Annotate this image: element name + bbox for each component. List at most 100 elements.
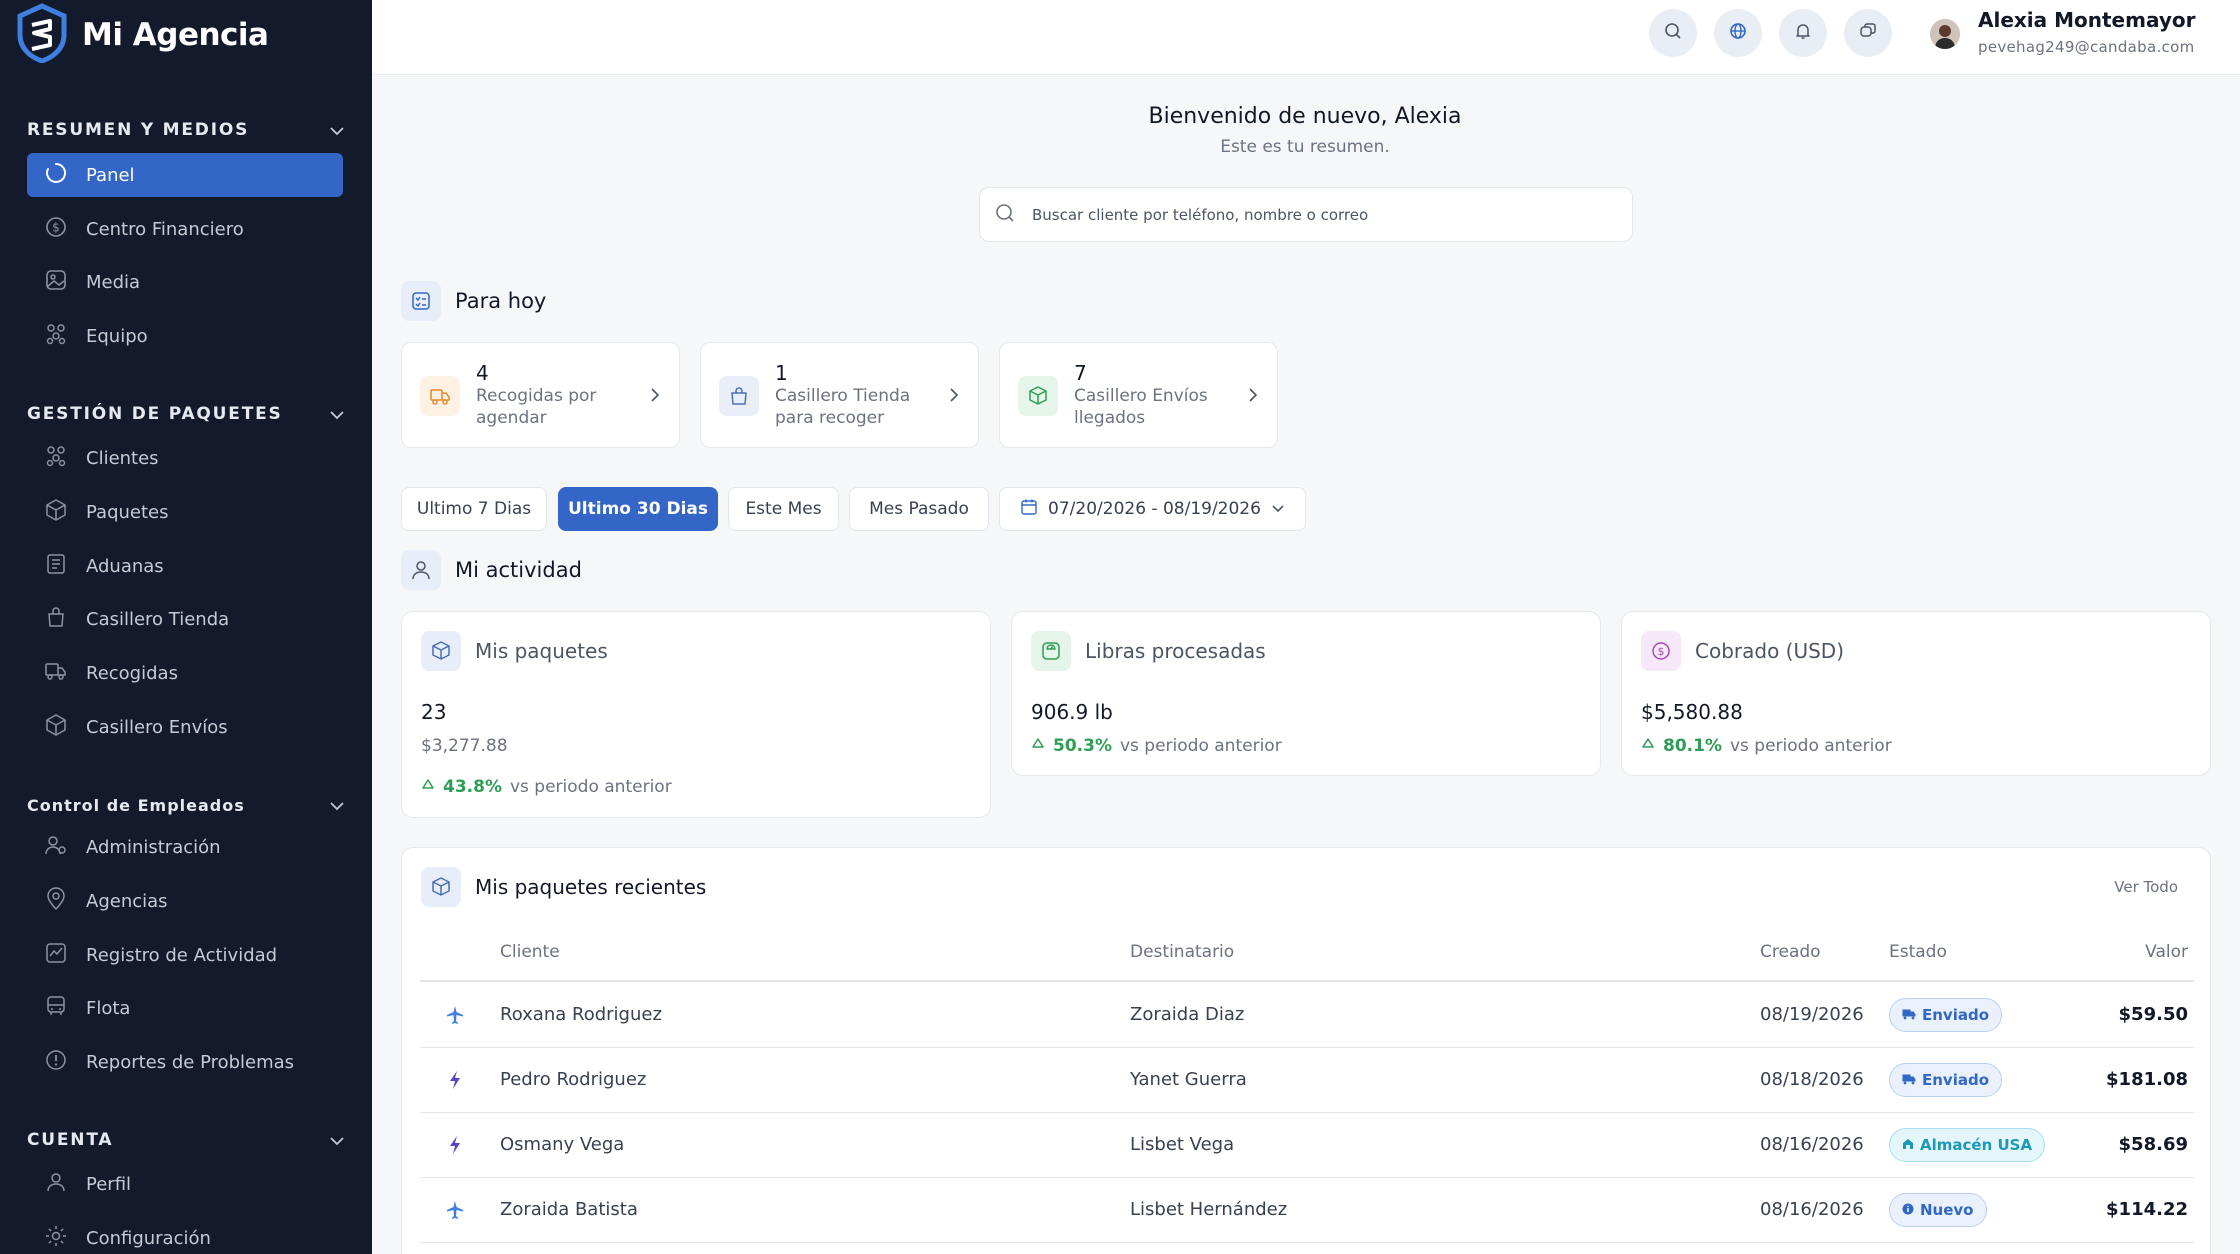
sidebar-item-label: Registro de Actividad [86, 944, 278, 966]
sidebar-item-aduanas[interactable]: Aduanas [27, 544, 343, 588]
sidebar-item-clientes[interactable]: Clientes [27, 436, 343, 480]
sidebar-item-label: Aduanas [86, 555, 164, 577]
table-row[interactable]: Osmany Vega Lisbet Vega 08/16/2026 Almac… [420, 1113, 2194, 1178]
notifications-button[interactable] [1779, 9, 1827, 57]
stat-card-libras: Libras procesadas 906.9 lb 50.3% vs peri… [1011, 611, 1601, 776]
sidebar-item-perfil[interactable]: Perfil [27, 1162, 343, 1206]
sidebar-item-reportes[interactable]: Reportes de Problemas [27, 1040, 343, 1084]
table-row[interactable]: Zoraida Batista Lisbet Hernández 08/16/2… [420, 1178, 2194, 1243]
sidebar-item-label: Casillero Envíos [86, 716, 228, 738]
search-input[interactable] [1032, 205, 1612, 224]
cell-destinatario: Zoraida Diaz [1130, 1004, 1245, 1025]
column-header-estado[interactable]: Estado [1889, 942, 1947, 962]
search-button[interactable] [1649, 9, 1697, 57]
table-row[interactable]: Roxana Rodriguez Zoraida Diaz 08/19/2026… [420, 983, 2194, 1048]
column-header-creado[interactable]: Creado [1760, 942, 1821, 962]
today-card-recogidas[interactable]: 4 Recogidas por agendar [401, 342, 680, 448]
filter-this-month[interactable]: Este Mes [728, 487, 839, 531]
filter-7-days[interactable]: Ultimo 7 Dias [401, 487, 547, 531]
package-icon [44, 713, 68, 741]
scale-icon [1031, 631, 1071, 671]
today-card-casillero-envios[interactable]: 7 Casillero Envíos llegados [999, 342, 1278, 448]
table-header: Cliente Destinatario Creado Estado Valor [420, 942, 2194, 982]
stat-trend: 50.3% vs periodo anterior [1031, 736, 1282, 756]
sidebar-item-casillero-tienda[interactable]: Casillero Tienda [27, 597, 343, 641]
date-range-value: 07/20/2026 - 08/19/2026 [1048, 499, 1261, 519]
activity-section-header: Mi actividad [401, 550, 582, 590]
language-button[interactable] [1714, 9, 1762, 57]
client-search[interactable] [979, 187, 1633, 242]
sidebar-item-agencias[interactable]: Agencias [27, 879, 343, 923]
today-card-label: Recogidas por agendar [476, 386, 597, 428]
chevron-down-icon [329, 405, 345, 424]
location-pin-icon [44, 887, 68, 915]
cell-destinatario: Lisbet Hernández [1130, 1199, 1288, 1220]
sidebar-item-media[interactable]: Media [27, 260, 343, 304]
bag-icon [44, 605, 68, 633]
filter-last-month[interactable]: Mes Pasado [849, 487, 989, 531]
filter-30-days[interactable]: Ultimo 30 Dias [558, 487, 718, 531]
date-range-picker[interactable]: 07/20/2026 - 08/19/2026 [999, 487, 1306, 531]
stat-trend: 80.1% vs periodo anterior [1641, 736, 1892, 756]
sidebar-item-label: Flota [86, 997, 131, 1019]
column-header-destinatario[interactable]: Destinatario [1130, 942, 1234, 962]
bell-icon [1793, 21, 1813, 45]
sidebar-item-label: Perfil [86, 1173, 132, 1195]
dollar-circle-icon: $ [44, 215, 68, 243]
user-icon [44, 1170, 68, 1198]
user-email: pevehag249@candaba.com [1978, 38, 2195, 56]
cell-valor: $58.69 [2118, 1134, 2188, 1155]
sidebar-item-casillero-envios[interactable]: Casillero Envíos [27, 705, 343, 749]
section-header-gestion[interactable]: GESTIÓN DE PAQUETES [27, 404, 345, 424]
warehouse-icon [1902, 1136, 1914, 1154]
sidebar-item-centro-financiero[interactable]: $ Centro Financiero [27, 207, 343, 251]
stat-title: Libras procesadas [1085, 639, 1266, 663]
chevron-down-icon [329, 796, 345, 815]
column-header-valor[interactable]: Valor [2145, 942, 2188, 962]
section-header-resumen[interactable]: RESUMEN Y MEDIOS [27, 120, 345, 140]
cell-creado: 08/18/2026 [1760, 1069, 1864, 1090]
user-icon [401, 550, 441, 590]
section-title: RESUMEN Y MEDIOS [27, 120, 250, 140]
cell-creado: 08/19/2026 [1760, 1004, 1864, 1025]
section-title: Control de Empleados [27, 796, 245, 815]
globe-icon [1728, 21, 1748, 45]
svg-text:$: $ [52, 221, 60, 235]
sidebar-item-paquetes[interactable]: Paquetes [27, 490, 343, 534]
cell-valor: $114.22 [2106, 1199, 2188, 1220]
sidebar-item-administracion[interactable]: Administración [27, 825, 343, 869]
section-header-empleados[interactable]: Control de Empleados [27, 796, 345, 815]
table-row[interactable]: Pedro Rodriguez Yanet Guerra 08/18/2026 … [420, 1048, 2194, 1113]
status-badge: Nuevo [1889, 1193, 1987, 1227]
sidebar-item-configuracion[interactable]: Configuración [27, 1216, 343, 1254]
sidebar-item-label: Equipo [86, 325, 148, 347]
sidebar-item-label: Clientes [86, 447, 159, 469]
avatar[interactable] [1930, 19, 1960, 49]
sidebar-item-equipo[interactable]: Equipo [27, 314, 343, 358]
trend-text: vs periodo anterior [1119, 736, 1282, 756]
cell-cliente: Zoraida Batista [500, 1199, 638, 1220]
brand[interactable]: Mi Agencia [16, 3, 269, 66]
sidebar-item-label: Media [86, 271, 141, 293]
view-all-link[interactable]: Ver Todo [2114, 878, 2178, 896]
section-title: Mi actividad [455, 558, 582, 582]
welcome-subtitle: Este es tu resumen. [1220, 137, 1390, 157]
svg-text:$: $ [1658, 645, 1665, 658]
messages-button[interactable] [1844, 9, 1892, 57]
sidebar-item-flota[interactable]: Flota [27, 986, 343, 1030]
package-icon [1018, 376, 1058, 416]
sidebar-item-recogidas[interactable]: Recogidas [27, 651, 343, 695]
truck-icon [420, 376, 460, 416]
user-name[interactable]: Alexia Montemayor [1978, 8, 2195, 32]
sidebar-item-registro-actividad[interactable]: Registro de Actividad [27, 933, 343, 977]
airplane-icon [446, 1005, 464, 1029]
today-card-casillero-tienda[interactable]: 1 Casillero Tienda para recoger [700, 342, 979, 448]
today-section-header: Para hoy [401, 281, 546, 321]
truck-icon [1902, 1006, 1916, 1024]
section-header-cuenta[interactable]: CUENTA [27, 1130, 345, 1150]
column-header-cliente[interactable]: Cliente [500, 942, 560, 962]
stat-card-cobrado: $ Cobrado (USD) $5,580.88 80.1% vs perio… [1621, 611, 2211, 776]
cell-cliente: Roxana Rodriguez [500, 1004, 662, 1025]
sidebar-item-panel[interactable]: Panel [27, 153, 343, 197]
today-card-count: 7 [1074, 361, 1087, 385]
